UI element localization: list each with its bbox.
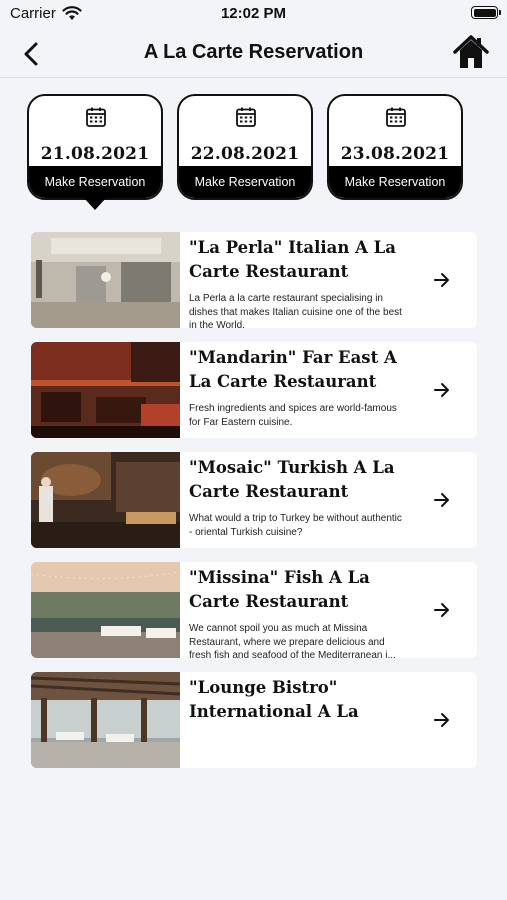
restaurant-photo (31, 342, 180, 438)
make-reservation-button[interactable]: Make Reservation (29, 166, 161, 198)
arrow-right-icon[interactable] (433, 712, 451, 728)
calendar-icon (86, 107, 106, 127)
restaurant-description: We cannot spoil you as much at Missina R… (189, 623, 396, 658)
make-reservation-button[interactable]: Make Reservation (329, 166, 461, 198)
home-button[interactable] (453, 34, 489, 70)
restaurant-card-missina[interactable]: "Missina" Fish A La Carte Restaurant We … (31, 562, 477, 658)
restaurant-photo (31, 562, 180, 658)
date-selector: 21.08.2021 Make Reservation 22.08.2021 M… (27, 94, 463, 214)
date-card-2[interactable]: 22.08.2021 Make Reservation (177, 94, 313, 200)
restaurant-card-la-perla[interactable]: "La Perla" Italian A La Carte Restaurant… (31, 232, 477, 328)
restaurant-description: What would a trip to Turkey be without a… (189, 513, 402, 538)
restaurant-photo (31, 452, 180, 548)
date-label: 23.08.2021 (340, 144, 450, 164)
page-title: A La Carte Reservation (143, 41, 364, 63)
status-bar: Carrier 12:02 PM (0, 0, 507, 28)
restaurant-description: La Perla a la carte restaurant specialis… (189, 293, 402, 328)
calendar-icon (236, 107, 256, 127)
battery-icon (471, 6, 501, 19)
clock: 12:02 PM (220, 5, 287, 22)
date-card-3[interactable]: 23.08.2021 Make Reservation (327, 94, 463, 200)
restaurant-card-mandarin[interactable]: "Mandarin" Far East A La Carte Restauran… (31, 342, 477, 438)
restaurant-photo (31, 232, 180, 328)
restaurant-card-mosaic[interactable]: "Mosaic" Turkish A La Carte Restaurant W… (31, 452, 477, 548)
restaurant-description: Fresh ingredients and spices are world-f… (189, 403, 397, 428)
arrow-right-icon[interactable] (433, 382, 451, 398)
restaurant-card-lounge-bistro[interactable]: "Lounge Bistro" International A La Carte… (31, 672, 477, 768)
restaurant-name: "Lounge Bistro" International A La Carte… (189, 678, 359, 721)
restaurant-name: "Missina" Fish A La Carte Restaurant (189, 568, 370, 611)
restaurant-name: "Mosaic" Turkish A La Carte Restaurant (189, 458, 395, 501)
selected-date-pointer (84, 198, 106, 210)
restaurant-name: "Mandarin" Far East A La Carte Restauran… (189, 348, 397, 391)
date-card-1[interactable]: 21.08.2021 Make Reservation (27, 94, 163, 200)
restaurant-photo (31, 672, 180, 768)
date-label: 22.08.2021 (190, 144, 300, 164)
make-reservation-button[interactable]: Make Reservation (179, 166, 311, 198)
arrow-right-icon[interactable] (433, 272, 451, 288)
calendar-icon (386, 107, 406, 127)
home-icon (453, 35, 489, 68)
date-label: 21.08.2021 (40, 144, 150, 164)
restaurant-name: "La Perla" Italian A La Carte Restaurant (189, 238, 396, 281)
arrow-right-icon[interactable] (433, 492, 451, 508)
nav-bar: A La Carte Reservation (0, 28, 507, 78)
arrow-right-icon[interactable] (433, 602, 451, 618)
